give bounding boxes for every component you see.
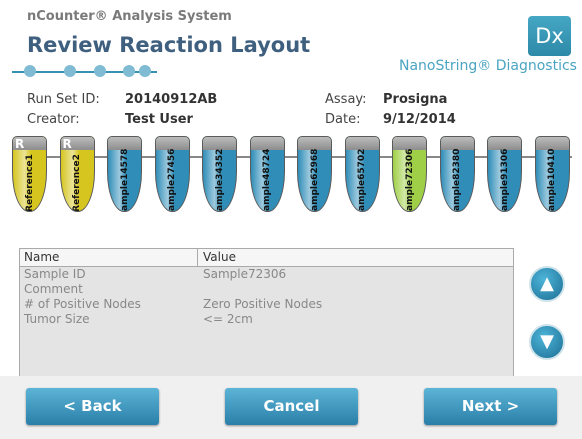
date-value: 9/12/2014 <box>383 112 456 127</box>
scroll-up-button[interactable]: ▲ <box>529 266 565 302</box>
creator-label: Creator: <box>27 112 80 127</box>
progress-dot <box>123 65 135 77</box>
row-name: # of Positive Nodes <box>24 297 141 311</box>
table-row: Sample ID Sample72306 <box>20 267 513 282</box>
down-arrow-icon: ▼ <box>540 331 554 352</box>
creator-value: Test User <box>125 112 193 127</box>
tube-sample[interactable]: Sample65702 <box>344 136 380 212</box>
reference-badge: R <box>62 137 72 151</box>
tube-label: Sample91306 <box>499 148 510 212</box>
back-button[interactable]: < Back <box>26 388 159 425</box>
row-value: Zero Positive Nodes <box>203 297 323 311</box>
tube-sample[interactable]: Sample34352 <box>202 136 237 212</box>
cancel-button[interactable]: Cancel <box>225 388 358 425</box>
run-set-id-label: Run Set ID: <box>27 92 100 107</box>
table-row: # of Positive Nodes Zero Positive Nodes <box>20 297 513 312</box>
tube-sample[interactable]: Sample62968 <box>297 136 332 212</box>
grid-header: Name Value <box>20 249 513 267</box>
column-header-name: Name <box>24 250 60 264</box>
tube-rack: R Reference1 R Reference2 Sample14578 Sample2… <box>0 134 582 214</box>
tube-label: Sample62968 <box>309 148 320 212</box>
tube-selected[interactable]: Sample72306 <box>392 136 427 212</box>
progress-indicator <box>12 64 182 80</box>
progress-dot <box>24 65 36 77</box>
table-row: Comment <box>20 282 513 297</box>
tube-sample[interactable]: Sample10410 <box>534 136 570 212</box>
date-label: Date: <box>325 112 361 127</box>
progress-dot <box>139 65 151 77</box>
tube-label: Sample14578 <box>119 148 130 212</box>
tube-label: Sample82380 <box>452 148 462 212</box>
tube-sample[interactable]: Sample14578 <box>107 136 142 212</box>
up-arrow-icon: ▲ <box>540 273 554 294</box>
table-row: Tumor Size <= 2cm <box>20 312 513 327</box>
next-button[interactable]: Next > <box>424 388 557 425</box>
scroll-down-button[interactable]: ▼ <box>529 324 565 360</box>
tube-label: Sample72306 <box>404 148 415 212</box>
dx-logo: Dx <box>528 16 571 56</box>
row-name: Comment <box>24 282 83 296</box>
column-divider <box>197 249 198 266</box>
tube-label: Sample48724 <box>262 148 272 212</box>
row-value: <= 2cm <box>203 312 253 326</box>
assay-label: Assay: <box>325 92 367 107</box>
row-value: Sample72306 <box>203 267 287 281</box>
reference-badge: R <box>15 137 25 151</box>
progress-dot <box>64 65 76 77</box>
tube-sample[interactable]: Sample48724 <box>249 136 285 212</box>
progress-dot <box>94 65 106 77</box>
assay-value: Prosigna <box>383 92 448 107</box>
tube-sample[interactable]: Sample27456 <box>154 136 190 212</box>
tube-sample[interactable]: Sample91306 <box>487 136 522 212</box>
tube-label: Sample65702 <box>357 148 367 212</box>
tube-label: Reference2 <box>72 154 82 212</box>
row-name: Tumor Size <box>24 312 90 326</box>
tube-label: Sample27456 <box>167 148 177 212</box>
app-title: nCounter® Analysis System <box>27 9 232 24</box>
tube-label: Sample10410 <box>547 148 557 212</box>
tube-reference[interactable]: R Reference2 <box>59 136 95 212</box>
tube-sample[interactable]: Sample82380 <box>439 136 475 212</box>
page-title: Review Reaction Layout <box>27 33 311 57</box>
run-set-id-value: 20140912AB <box>125 92 218 107</box>
tube-label: Reference1 <box>24 154 35 212</box>
column-header-value: Value <box>203 250 236 264</box>
brand-text: NanoString® Diagnostics <box>399 58 577 74</box>
tube-reference[interactable]: R Reference1 <box>12 136 47 212</box>
tube-label: Sample34352 <box>214 148 225 212</box>
row-name: Sample ID <box>24 267 86 281</box>
